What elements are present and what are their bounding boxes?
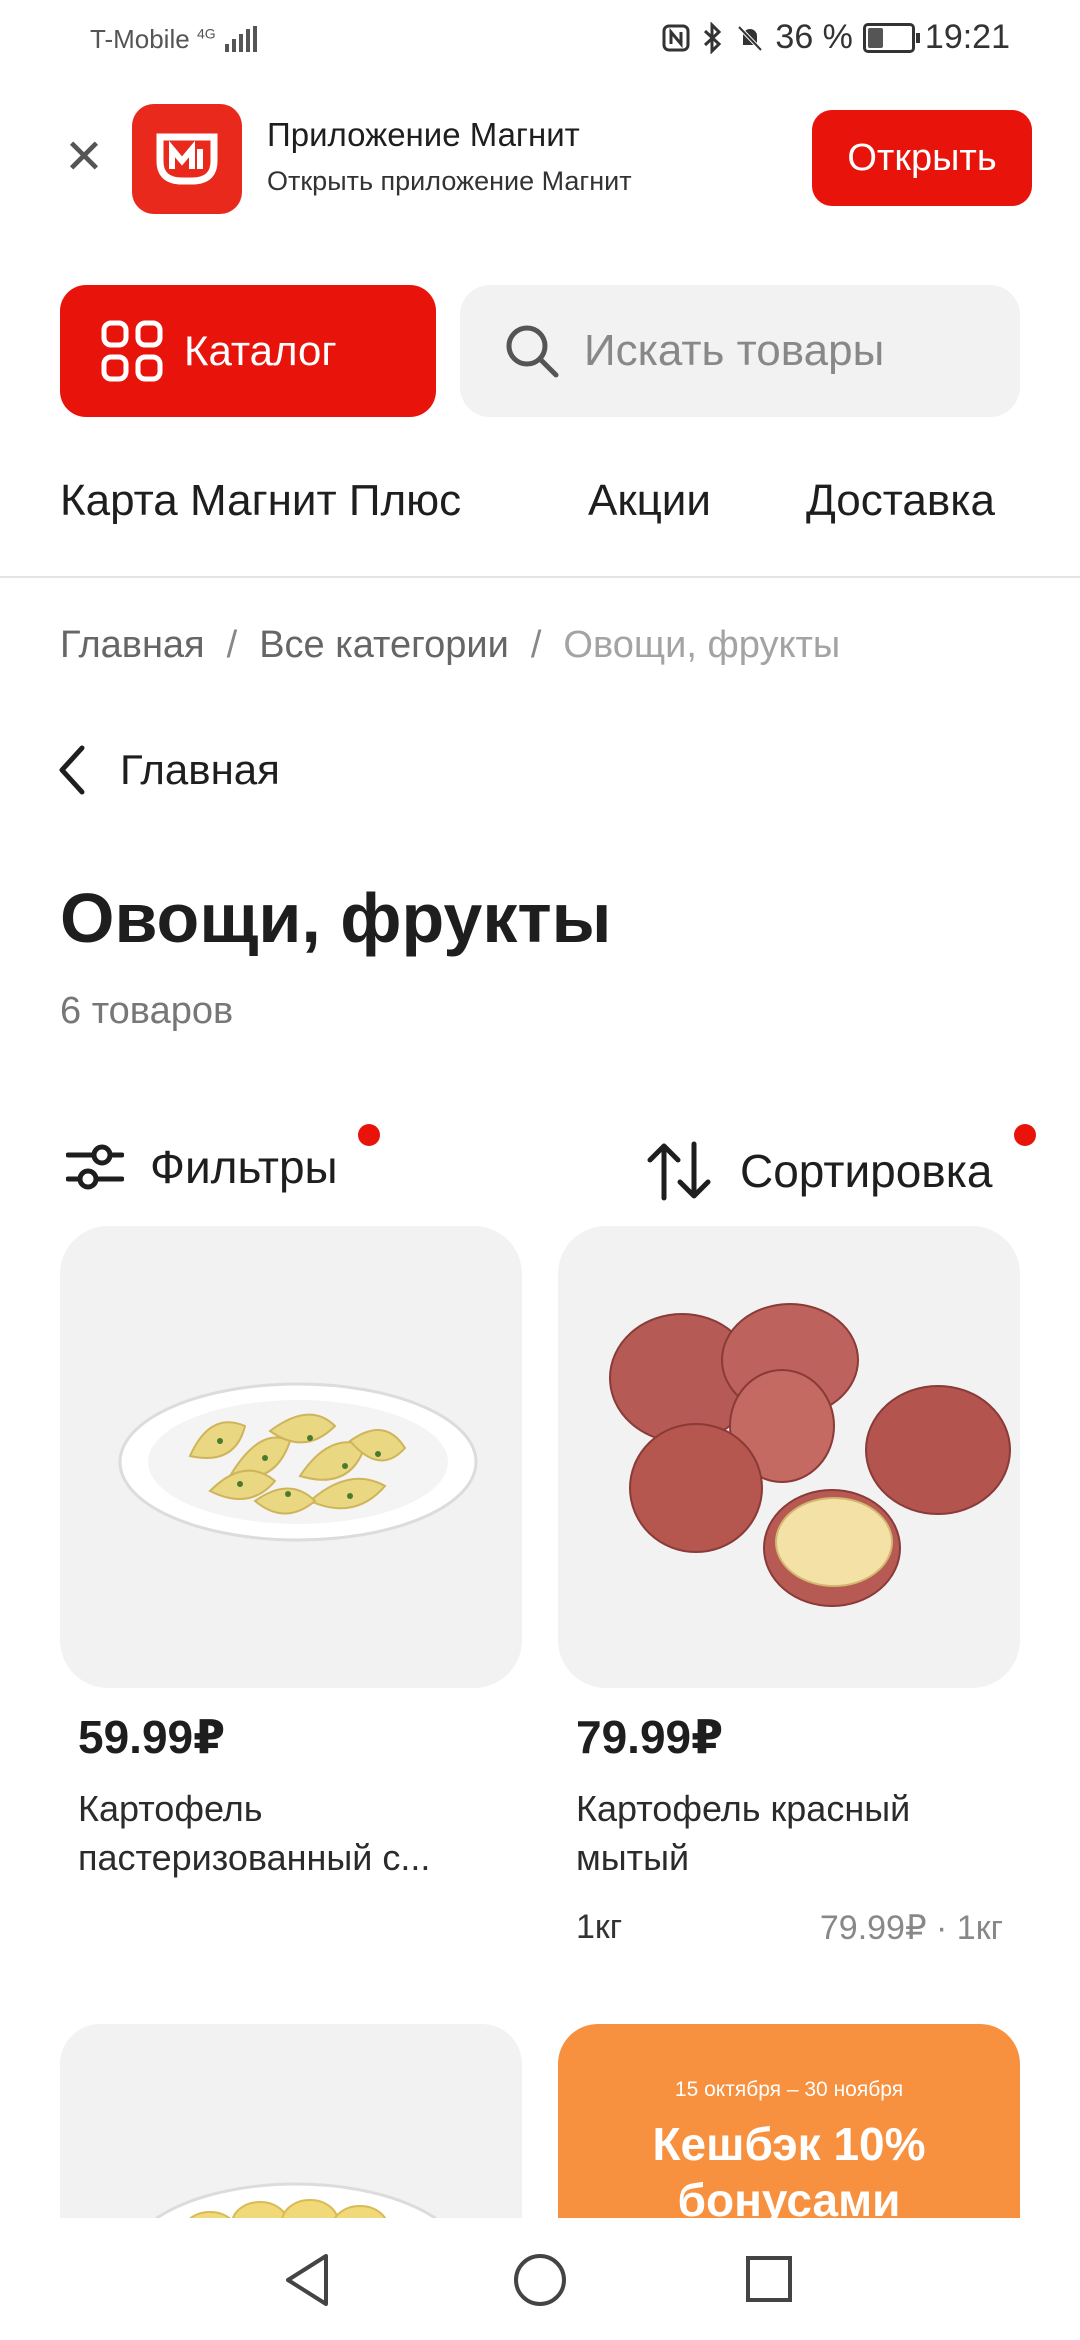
product-name-line: пастеризованный с... [78, 1837, 431, 1878]
product-name-line: мытый [576, 1837, 690, 1878]
signal-icon [224, 26, 257, 52]
battery-icon [862, 22, 920, 53]
potato-wedges-plate-image [118, 1382, 478, 1542]
battery-percent: 36 % [775, 18, 853, 56]
search-placeholder: Искать товары [584, 326, 885, 375]
back-label: Главная [120, 746, 280, 793]
system-navigation-bar [0, 2218, 1080, 2340]
back-triangle-icon[interactable] [282, 2252, 332, 2308]
back-link[interactable]: Главная [56, 742, 280, 798]
sort-indicator-dot [1014, 1124, 1036, 1146]
product-count: 6 товаров [60, 990, 234, 1032]
nfc-icon [662, 24, 690, 51]
battery-level [867, 27, 884, 48]
page-title: Овощи, фрукты [60, 879, 612, 957]
catalog-label: Каталог [184, 327, 337, 374]
clock: 19:21 [924, 18, 1010, 56]
mute-bell-icon [737, 25, 763, 51]
nav-item-magnit-plus-card[interactable]: Карта Магнит Плюс [60, 476, 461, 526]
grid-icon [101, 320, 163, 382]
network-type: 4G [196, 25, 216, 42]
bluetooth-icon [704, 21, 722, 54]
close-banner-button[interactable]: ✕ [56, 130, 112, 186]
magnit-app-icon [132, 104, 242, 214]
product-name-line: Картофель [78, 1788, 263, 1829]
breadcrumb: Главная / Все категории / Овощи, фрукты [60, 624, 840, 667]
nav-item-delivery[interactable]: Доставка [806, 476, 995, 526]
promo-line1: Кешбэк 10% [652, 2118, 926, 2170]
product-image-potato-gnocchi[interactable] [60, 2024, 522, 2244]
nav-item-promotions[interactable]: Акции [588, 476, 711, 526]
product-name[interactable]: Картофель пастеризованный с... [78, 1784, 508, 1882]
breadcrumb-separator: / [226, 624, 238, 666]
filters-indicator-dot [358, 1124, 380, 1146]
filters-label: Фильтры [150, 1141, 338, 1193]
home-circle-icon[interactable] [512, 2252, 568, 2308]
open-app-button[interactable]: Открыть [812, 110, 1032, 206]
banner-subtitle: Открыть приложение Магнит [267, 166, 632, 196]
filters-button[interactable]: Фильтры [66, 1140, 338, 1194]
status-bar: T-Mobile 4G 36 % 19:21 [0, 0, 1080, 84]
product-price: 79.99₽ [576, 1711, 724, 1763]
catalog-button[interactable]: Каталог [60, 285, 436, 417]
nav-divider [0, 576, 1080, 578]
product-price: 59.99₽ [78, 1711, 226, 1763]
breadcrumb-current: Овощи, фрукты [563, 624, 841, 666]
product-image-potato-wedges[interactable] [60, 1226, 522, 1688]
product-image-red-potatoes[interactable] [558, 1226, 1020, 1688]
sort-label: Сортировка [740, 1145, 993, 1197]
search-icon [506, 325, 559, 378]
filter-sliders-icon [66, 1144, 124, 1190]
status-icons: 36 % 19:21 [661, 18, 1010, 57]
banner-title: Приложение Магнит [267, 116, 580, 153]
promo-date: 15 октября – 30 ноября [674, 2078, 904, 2101]
breadcrumb-home[interactable]: Главная [60, 624, 205, 666]
promo-banner-cashback[interactable]: 15 октября – 30 ноября Кешбэк 10% бонуса… [558, 2024, 1020, 2244]
product-name[interactable]: Картофель красный мытый [576, 1784, 1006, 1882]
magnit-logo-icon [156, 133, 218, 185]
sort-arrows-icon [647, 1141, 711, 1201]
potato-gnocchi-plate-image [129, 2182, 463, 2244]
search-input[interactable]: Искать товары [460, 285, 1020, 417]
red-potatoes-image [609, 1303, 1011, 1607]
chevron-left-icon [59, 745, 85, 795]
product-name-line: Картофель красный [576, 1788, 911, 1829]
breadcrumb-separator: / [530, 624, 542, 666]
recents-square-icon[interactable] [744, 2254, 794, 2304]
product-weight: 1кг [576, 1908, 623, 1946]
carrier-name: T-Mobile [90, 24, 190, 54]
carrier-label: T-Mobile 4G [90, 24, 259, 55]
product-unit-price: 79.99₽ · 1кг [819, 1909, 1003, 1947]
breadcrumb-all-categories[interactable]: Все категории [259, 624, 509, 666]
sort-button[interactable]: Сортировка [644, 1140, 992, 1202]
